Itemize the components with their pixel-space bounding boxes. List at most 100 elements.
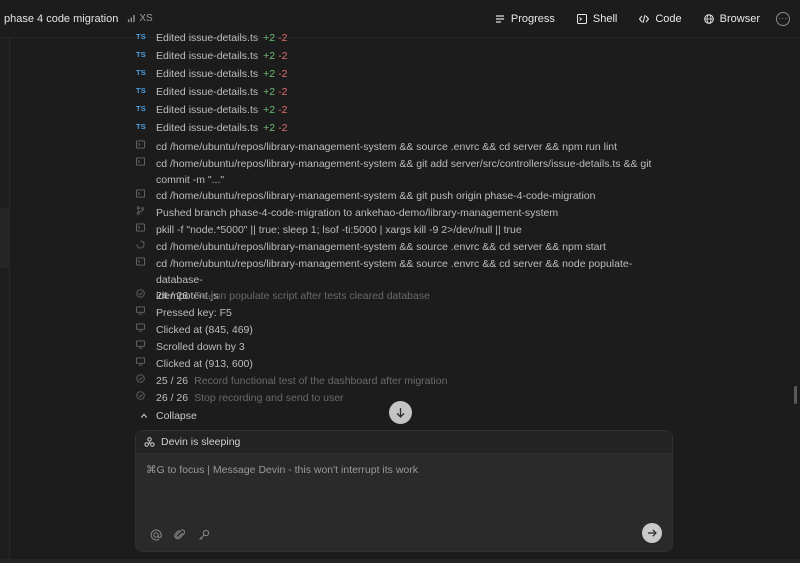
- list-item[interactable]: cd /home/ubuntu/repos/library-management…: [136, 239, 666, 255]
- lines-added: +2: [263, 50, 276, 62]
- lines-added: +2: [263, 68, 276, 80]
- list-item[interactable]: Clicked at (913, 600): [136, 356, 666, 372]
- list-item[interactable]: Clicked at (845, 469): [136, 322, 666, 338]
- step-number: 25 / 26: [156, 375, 189, 387]
- monitor-icon: [136, 357, 145, 366]
- agent-status-bar: Devin is sleeping: [136, 431, 672, 454]
- lines-added: +2: [263, 32, 276, 44]
- signal-bars-icon: [128, 14, 136, 23]
- scroll-to-bottom-button[interactable]: [389, 401, 412, 424]
- edit-text: Edited issue-details.ts: [156, 32, 259, 44]
- globe-icon: [703, 14, 714, 24]
- git-branch-icon: [136, 206, 145, 215]
- tab-browser[interactable]: Browser: [703, 13, 760, 25]
- terminal-icon: [136, 257, 145, 266]
- list-item[interactable]: Scrolled down by 3: [136, 339, 666, 355]
- action-text: Clicked at (913, 600): [156, 358, 253, 370]
- lines-added: +2: [263, 122, 276, 134]
- devin-logo-icon: [144, 436, 155, 447]
- size-badge[interactable]: XS: [124, 12, 155, 25]
- plan-step[interactable]: 24 / 26 Re-run populate script after test…: [136, 288, 666, 304]
- command-text: cd /home/ubuntu/repos/library-management…: [156, 241, 606, 253]
- more-options-button[interactable]: ···: [776, 12, 790, 26]
- lines-removed: -2: [278, 122, 288, 134]
- list-item[interactable]: cd /home/ubuntu/repos/library-management…: [136, 156, 666, 188]
- command-text: cd /home/ubuntu/repos/library-management…: [156, 258, 633, 286]
- typescript-file-icon: TS: [136, 104, 146, 113]
- edit-text: Edited issue-details.ts: [156, 50, 259, 62]
- message-composer: Devin is sleeping ⌘G to focus | Message …: [135, 430, 673, 552]
- send-button[interactable]: [642, 523, 662, 543]
- lines-removed: -2: [278, 86, 288, 98]
- terminal-icon: [136, 223, 145, 232]
- list-item[interactable]: TS Edited issue-details.ts +2 -2: [136, 48, 666, 64]
- terminal-icon: [136, 140, 145, 149]
- bottom-edge: [0, 559, 800, 563]
- list-item[interactable]: TS Edited issue-details.ts +2 -2: [136, 120, 666, 136]
- message-input[interactable]: ⌘G to focus | Message Devin - this won't…: [146, 464, 418, 476]
- list-item[interactable]: TS Edited issue-details.ts +2 -2: [136, 30, 666, 46]
- plan-step[interactable]: 25 / 26 Record functional test of the das…: [136, 373, 666, 389]
- code-icon: [639, 14, 650, 24]
- monitor-icon: [136, 306, 145, 315]
- tab-shell-label: Shell: [592, 13, 618, 25]
- arrow-down-icon: [396, 408, 405, 418]
- list-item[interactable]: TS Edited issue-details.ts +2 -2: [136, 84, 666, 100]
- typescript-file-icon: TS: [136, 122, 146, 131]
- step-number: 26 / 26: [156, 392, 189, 404]
- agent-status-text: Devin is sleeping: [161, 436, 241, 448]
- list-item[interactable]: Pressed key: F5: [136, 305, 666, 321]
- command-text: pkill -f "node.*5000" || true; sleep 1; …: [156, 224, 522, 236]
- lines-removed: -2: [278, 50, 288, 62]
- monitor-icon: [136, 323, 145, 332]
- push-text: Pushed branch phase-4-code-migration to …: [156, 207, 559, 219]
- chevron-up-icon: [140, 413, 148, 418]
- feed-scrollbar[interactable]: [794, 386, 797, 404]
- edit-text: Edited issue-details.ts: [156, 122, 259, 134]
- composer-tools: [150, 529, 210, 541]
- loading-spinner-icon: [136, 240, 145, 249]
- tab-progress-label: Progress: [510, 13, 555, 25]
- tab-browser-label: Browser: [719, 13, 760, 25]
- tab-code[interactable]: Code: [639, 13, 682, 25]
- action-text: Clicked at (845, 469): [156, 324, 253, 336]
- list-item[interactable]: cd /home/ubuntu/repos/library-management…: [136, 139, 666, 155]
- terminal-icon: [136, 189, 145, 198]
- session-title[interactable]: phase 4 code migration: [4, 13, 118, 25]
- edit-text: Edited issue-details.ts: [156, 68, 259, 80]
- check-circle-icon: [136, 289, 145, 298]
- typescript-file-icon: TS: [136, 32, 146, 41]
- check-circle-icon: [136, 374, 145, 383]
- list-item[interactable]: TS Edited issue-details.ts +2 -2: [136, 102, 666, 118]
- collapse-button[interactable]: Collapse: [140, 410, 197, 422]
- edit-text: Edited issue-details.ts: [156, 104, 259, 116]
- list-item[interactable]: pkill -f "node.*5000" || true; sleep 1; …: [136, 222, 666, 238]
- ellipsis-icon: ···: [778, 14, 788, 23]
- action-text: Pressed key: F5: [156, 307, 232, 319]
- list-item[interactable]: cd /home/ubuntu/repos/library-management…: [136, 188, 666, 204]
- collapse-label: Collapse: [156, 410, 197, 422]
- size-badge-label: XS: [139, 13, 153, 24]
- mention-icon[interactable]: [150, 529, 162, 541]
- lines-removed: -2: [278, 32, 288, 44]
- step-description: Stop recording and send to user: [194, 392, 344, 404]
- tab-shell[interactable]: Shell: [576, 13, 618, 25]
- tab-progress[interactable]: Progress: [495, 13, 555, 25]
- step-description: Re-run populate script after tests clear…: [194, 290, 430, 302]
- step-description: Record functional test of the dashboard …: [194, 375, 448, 387]
- terminal-icon: [136, 157, 145, 166]
- action-text: Scrolled down by 3: [156, 341, 245, 353]
- tab-code-label: Code: [655, 13, 682, 25]
- edit-text: Edited issue-details.ts: [156, 86, 259, 98]
- arrow-right-icon: [648, 529, 657, 537]
- command-text-continued: commit -m "...": [156, 174, 225, 186]
- lines-added: +2: [263, 104, 276, 116]
- key-icon[interactable]: [198, 529, 210, 541]
- command-text: cd /home/ubuntu/repos/library-management…: [156, 158, 652, 170]
- list-item[interactable]: TS Edited issue-details.ts +2 -2: [136, 66, 666, 82]
- paperclip-icon[interactable]: [174, 529, 186, 541]
- step-number: 24 / 26: [156, 290, 189, 302]
- sidebar-highlight: [0, 208, 10, 268]
- left-sidebar-strip[interactable]: [0, 38, 10, 563]
- list-item[interactable]: Pushed branch phase-4-code-migration to …: [136, 205, 666, 221]
